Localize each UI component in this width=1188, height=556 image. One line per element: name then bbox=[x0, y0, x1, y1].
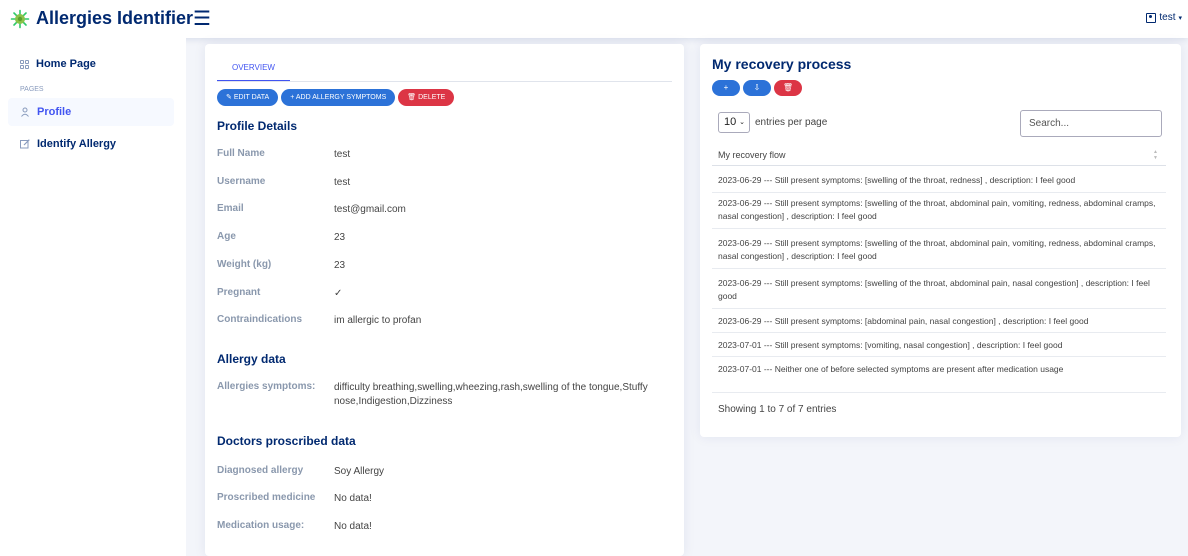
entries-per-page-select[interactable]: 10 ⌄ bbox=[718, 112, 750, 133]
sidebar-item-label: Home Page bbox=[36, 58, 96, 70]
hamburger-icon[interactable]: ☰ bbox=[193, 9, 211, 29]
profile-actions: ✎ EDIT DATA + ADD ALLERGY SYMPTOMS 🗑 DEL… bbox=[217, 89, 455, 106]
recovery-card: My recovery process + ⇩ 🗑 10 ⌄ entries p… bbox=[700, 44, 1181, 437]
caret-down-icon: ▾ bbox=[1178, 14, 1182, 22]
entries-per-page-label: entries per page bbox=[755, 117, 828, 128]
sort-icon: ▲ ▼ bbox=[1153, 149, 1158, 161]
add-recovery-button[interactable]: + bbox=[712, 80, 740, 96]
row-divider bbox=[712, 356, 1166, 357]
table-row: 2023-06-29 --- Still present symptoms: [… bbox=[718, 316, 1089, 326]
tab-divider bbox=[217, 81, 672, 82]
table-row: 2023-06-29 --- Still present symptoms: [… bbox=[718, 238, 1156, 261]
sidebar-item-label: Profile bbox=[37, 106, 72, 118]
row-divider bbox=[712, 192, 1166, 193]
check-icon: ✓ bbox=[334, 288, 343, 299]
sidebar-item-profile[interactable]: Profile bbox=[8, 98, 174, 126]
chevron-down-icon: ⌄ bbox=[739, 119, 745, 126]
row-divider bbox=[712, 228, 1166, 229]
app-title: Allergies Identifier bbox=[36, 8, 194, 28]
grid-icon bbox=[20, 59, 29, 69]
recovery-title: My recovery process bbox=[712, 56, 852, 72]
edit-data-button[interactable]: ✎ EDIT DATA bbox=[217, 89, 279, 106]
pencil-icon: ✎ bbox=[226, 94, 234, 101]
table-row: 2023-07-01 --- Still present symptoms: [… bbox=[718, 340, 1063, 350]
sidebar: Home Page PAGES Profile Identify Allergy bbox=[0, 38, 186, 556]
pagination-info: Showing 1 to 7 of 7 entries bbox=[718, 404, 837, 415]
trash-icon: 🗑 bbox=[407, 94, 419, 101]
row-divider bbox=[712, 332, 1166, 333]
table-row: 2023-06-29 --- Still present symptoms: [… bbox=[718, 198, 1156, 221]
download-icon: ⇩ bbox=[753, 83, 761, 92]
row-divider bbox=[712, 268, 1166, 269]
person-badge-icon bbox=[1146, 12, 1157, 23]
row-divider bbox=[712, 308, 1166, 309]
logo[interactable]: Allergies Identifier bbox=[10, 8, 193, 29]
allergy-data-title: Allergy data bbox=[217, 352, 286, 366]
row-divider bbox=[712, 392, 1166, 393]
table-row: 2023-07-01 --- Neither one of before sel… bbox=[718, 364, 1064, 374]
tab-overview[interactable]: OVERVIEW bbox=[217, 58, 290, 82]
table-row: 2023-06-29 --- Still present symptoms: [… bbox=[718, 175, 1076, 185]
recovery-actions: + ⇩ 🗑 bbox=[712, 80, 802, 96]
user-menu[interactable]: test ▾ bbox=[1146, 12, 1182, 23]
sidebar-item-label: Identify Allergy bbox=[37, 138, 117, 150]
top-header: Allergies Identifier ☰ test ▾ bbox=[0, 0, 1188, 38]
virus-icon bbox=[10, 9, 30, 28]
delete-recovery-button[interactable]: 🗑 bbox=[774, 80, 802, 96]
person-icon bbox=[20, 107, 30, 117]
table-row: 2023-06-29 --- Still present symptoms: [… bbox=[718, 278, 1150, 301]
doctors-data-title: Doctors proscribed data bbox=[217, 434, 356, 448]
column-header-recovery-flow[interactable]: My recovery flow ▲ ▼ bbox=[712, 144, 1166, 166]
user-name: test bbox=[1159, 12, 1176, 23]
sidebar-item-identify-allergy[interactable]: Identify Allergy bbox=[8, 130, 174, 158]
download-button[interactable]: ⇩ bbox=[743, 80, 771, 96]
sidebar-item-home[interactable]: Home Page bbox=[8, 50, 174, 78]
profile-details-title: Profile Details bbox=[217, 119, 298, 133]
delete-button[interactable]: 🗑 DELETE bbox=[398, 89, 455, 106]
trash-icon: 🗑 bbox=[782, 83, 794, 92]
edit-icon bbox=[20, 139, 30, 149]
add-allergy-symptoms-button[interactable]: + ADD ALLERGY SYMPTOMS bbox=[281, 89, 396, 106]
sidebar-heading-pages: PAGES bbox=[20, 86, 44, 93]
search-input[interactable] bbox=[1020, 110, 1162, 137]
profile-card: OVERVIEW ✎ EDIT DATA + ADD ALLERGY SYMPT… bbox=[205, 44, 684, 556]
